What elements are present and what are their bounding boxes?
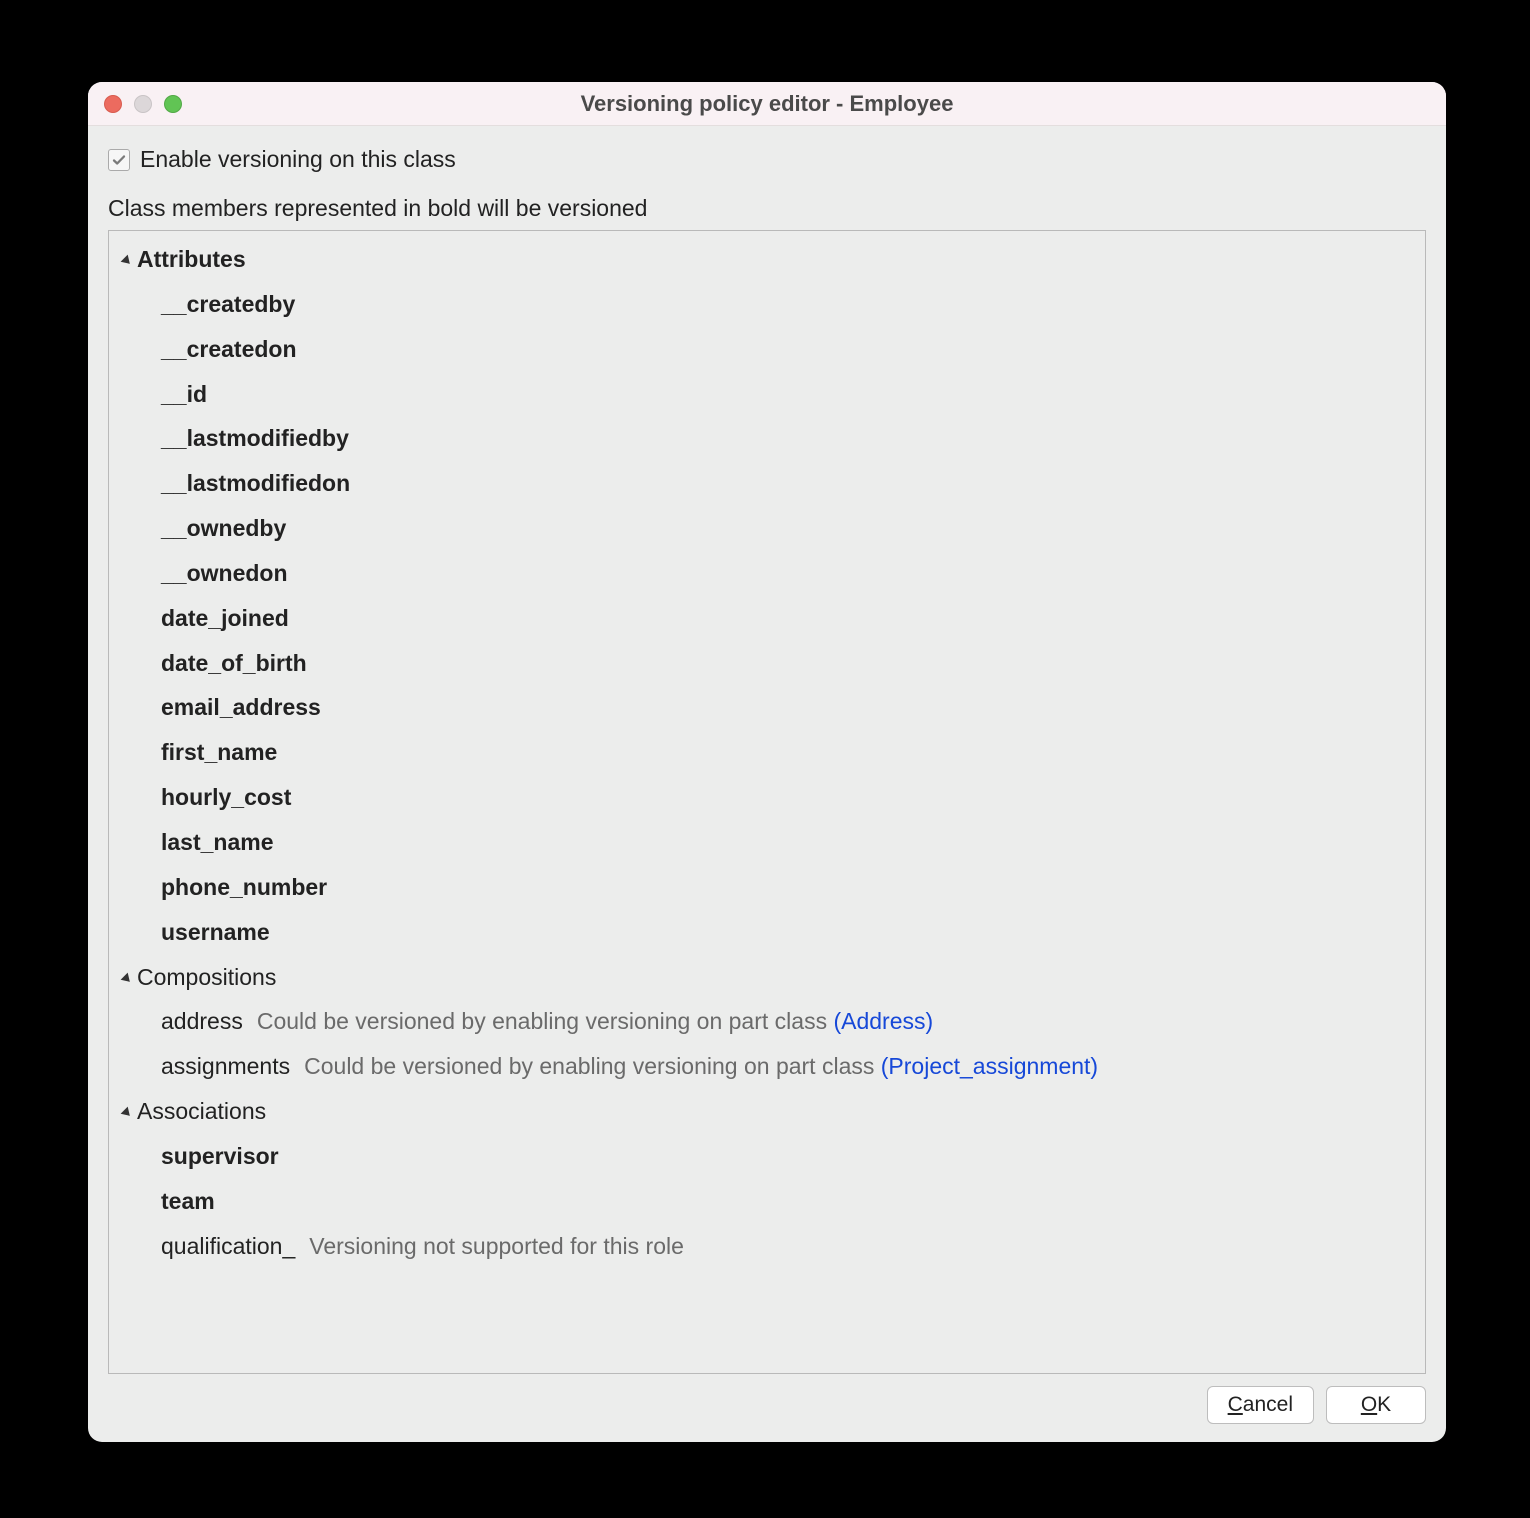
chevron-down-icon xyxy=(121,972,134,985)
list-item[interactable]: email_address xyxy=(117,685,1417,730)
list-item[interactable]: address Could be versioned by enabling v… xyxy=(117,999,1417,1044)
list-item[interactable]: team xyxy=(117,1179,1417,1224)
section-associations[interactable]: Associations xyxy=(117,1089,1417,1134)
bold-hint: Class members represented in bold will b… xyxy=(108,195,1426,222)
dialog-buttons: Cancel OK xyxy=(108,1374,1426,1424)
list-item[interactable]: __lastmodifiedby xyxy=(117,416,1417,461)
list-item[interactable]: __lastmodifiedon xyxy=(117,461,1417,506)
cancel-button[interactable]: Cancel xyxy=(1207,1386,1314,1424)
members-tree[interactable]: Attributes __createdby __createdon __id … xyxy=(108,230,1426,1374)
list-item[interactable]: assignments Could be versioned by enabli… xyxy=(117,1044,1417,1089)
ok-button[interactable]: OK xyxy=(1326,1386,1426,1424)
section-attributes[interactable]: Attributes xyxy=(117,237,1417,282)
section-label: Attributes xyxy=(137,237,246,282)
list-item[interactable]: date_joined xyxy=(117,596,1417,641)
item-note: Could be versioned by enabling versionin… xyxy=(304,1044,1098,1089)
item-note: Versioning not supported for this role xyxy=(309,1224,684,1269)
chevron-down-icon xyxy=(121,1107,134,1120)
section-label: Compositions xyxy=(137,955,276,1000)
chevron-down-icon xyxy=(121,255,134,268)
section-label: Associations xyxy=(137,1089,266,1134)
list-item[interactable]: username xyxy=(117,910,1417,955)
enable-versioning-checkbox[interactable] xyxy=(108,149,130,171)
window-title: Versioning policy editor - Employee xyxy=(581,91,954,117)
list-item[interactable]: first_name xyxy=(117,730,1417,775)
list-item[interactable]: __id xyxy=(117,372,1417,417)
minimize-icon xyxy=(134,95,152,113)
item-note: Could be versioned by enabling versionin… xyxy=(257,999,933,1044)
titlebar: Versioning policy editor - Employee xyxy=(88,82,1446,126)
part-class-link[interactable]: (Project_assignment) xyxy=(881,1053,1098,1079)
list-item[interactable]: date_of_birth xyxy=(117,641,1417,686)
list-item[interactable]: last_name xyxy=(117,820,1417,865)
dialog-body: Enable versioning on this class Class me… xyxy=(88,126,1446,1442)
list-item[interactable]: __createdby xyxy=(117,282,1417,327)
traffic-lights xyxy=(104,95,182,113)
list-item[interactable]: supervisor xyxy=(117,1134,1417,1179)
list-item[interactable]: __createdon xyxy=(117,327,1417,372)
zoom-icon[interactable] xyxy=(164,95,182,113)
enable-versioning-row: Enable versioning on this class xyxy=(108,146,1426,173)
list-item[interactable]: hourly_cost xyxy=(117,775,1417,820)
section-compositions[interactable]: Compositions xyxy=(117,955,1417,1000)
list-item[interactable]: __ownedby xyxy=(117,506,1417,551)
close-icon[interactable] xyxy=(104,95,122,113)
checkmark-icon xyxy=(111,152,127,168)
dialog-window: Versioning policy editor - Employee Enab… xyxy=(88,82,1446,1442)
list-item[interactable]: qualification_ Versioning not supported … xyxy=(117,1224,1417,1269)
part-class-link[interactable]: (Address) xyxy=(833,1008,933,1034)
list-item[interactable]: __ownedon xyxy=(117,551,1417,596)
list-item[interactable]: phone_number xyxy=(117,865,1417,910)
enable-versioning-label: Enable versioning on this class xyxy=(140,146,456,173)
